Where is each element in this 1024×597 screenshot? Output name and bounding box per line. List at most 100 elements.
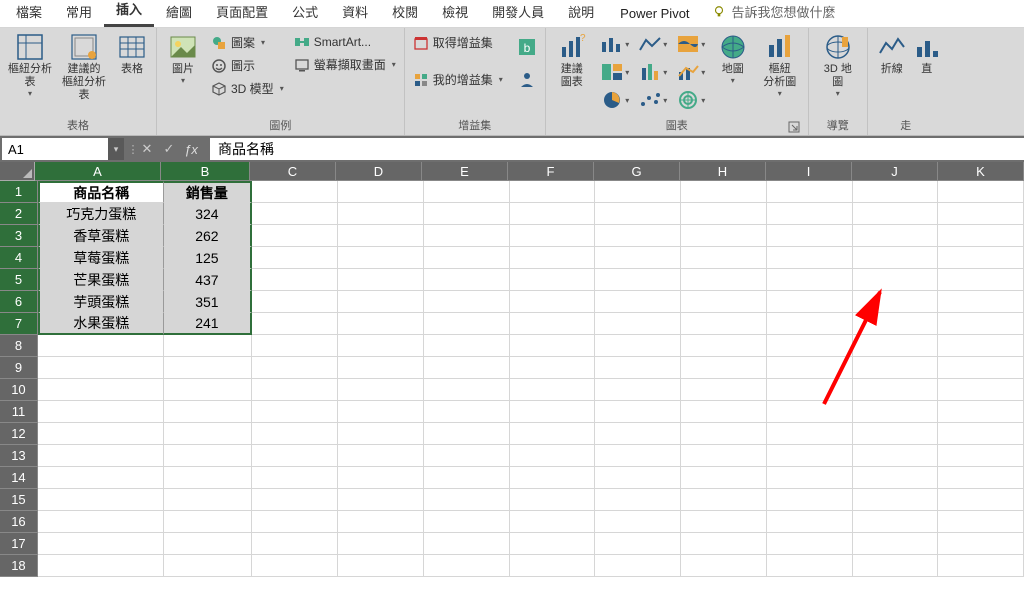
pictures-button[interactable]: 圖片 ▾ xyxy=(163,31,203,85)
cell-A17[interactable] xyxy=(38,533,164,555)
column-header-J[interactable]: J xyxy=(852,162,938,181)
row-header-8[interactable]: 8 xyxy=(0,335,38,357)
row-header-13[interactable]: 13 xyxy=(0,445,38,467)
cell-E13[interactable] xyxy=(424,445,510,467)
cell-K14[interactable] xyxy=(938,467,1024,489)
cell-G8[interactable] xyxy=(595,335,681,357)
cell-H8[interactable] xyxy=(681,335,767,357)
cell-B14[interactable] xyxy=(164,467,253,489)
cell-B18[interactable] xyxy=(164,555,253,577)
cell-E4[interactable] xyxy=(424,247,510,269)
cell-F16[interactable] xyxy=(510,511,596,533)
pivot-chart-button[interactable]: 樞紐 分析圖 ▾ xyxy=(758,31,802,98)
cell-C13[interactable] xyxy=(252,445,338,467)
cell-H13[interactable] xyxy=(681,445,767,467)
cell-E6[interactable] xyxy=(424,291,510,313)
cell-F3[interactable] xyxy=(510,225,596,247)
cell-C1[interactable] xyxy=(252,181,338,203)
cell-D11[interactable] xyxy=(338,401,424,423)
cell-I1[interactable] xyxy=(767,181,853,203)
cell-F5[interactable] xyxy=(510,269,596,291)
cell-C10[interactable] xyxy=(252,379,338,401)
smartart-button[interactable]: SmartArt... xyxy=(292,31,398,53)
row-header-18[interactable]: 18 xyxy=(0,555,38,577)
cell-G7[interactable] xyxy=(595,313,681,335)
select-all-triangle[interactable] xyxy=(0,162,35,181)
cell-C18[interactable] xyxy=(252,555,338,577)
cell-D15[interactable] xyxy=(338,489,424,511)
row-header-4[interactable]: 4 xyxy=(0,247,38,269)
cell-I7[interactable] xyxy=(767,313,853,335)
chart-surface-button[interactable]: ▾ xyxy=(674,87,708,113)
cell-I6[interactable] xyxy=(767,291,853,313)
cell-A16[interactable] xyxy=(38,511,164,533)
cell-B7[interactable]: 241 xyxy=(164,313,253,335)
cell-E10[interactable] xyxy=(424,379,510,401)
cell-K1[interactable] xyxy=(938,181,1024,203)
cell-A6[interactable]: 芋頭蛋糕 xyxy=(38,291,164,313)
cell-A13[interactable] xyxy=(38,445,164,467)
cell-G6[interactable] xyxy=(595,291,681,313)
cell-H16[interactable] xyxy=(681,511,767,533)
cell-I12[interactable] xyxy=(767,423,853,445)
row-header-16[interactable]: 16 xyxy=(0,511,38,533)
table-button[interactable]: 表格 xyxy=(114,31,150,76)
tell-me-search[interactable]: 告訴我您想做什麼 xyxy=(704,0,844,27)
cell-I11[interactable] xyxy=(767,401,853,423)
cell-F18[interactable] xyxy=(510,555,596,577)
cell-I18[interactable] xyxy=(767,555,853,577)
cell-D18[interactable] xyxy=(338,555,424,577)
cell-E18[interactable] xyxy=(424,555,510,577)
cell-B3[interactable]: 262 xyxy=(164,225,253,247)
maps-button[interactable]: 地圖 ▾ xyxy=(714,31,752,85)
cell-I8[interactable] xyxy=(767,335,853,357)
cell-B2[interactable]: 324 xyxy=(164,203,253,225)
cell-J9[interactable] xyxy=(853,357,939,379)
cell-H9[interactable] xyxy=(681,357,767,379)
cell-D7[interactable] xyxy=(338,313,424,335)
column-header-H[interactable]: H xyxy=(680,162,766,181)
cell-H12[interactable] xyxy=(681,423,767,445)
recommended-pivot-button[interactable]: 建議的 樞紐分析表 xyxy=(60,31,108,102)
tab-page-layout[interactable]: 頁面配置 xyxy=(204,0,280,27)
cell-C2[interactable] xyxy=(252,203,338,225)
cell-A18[interactable] xyxy=(38,555,164,577)
tab-home[interactable]: 常用 xyxy=(54,0,104,27)
cell-J17[interactable] xyxy=(853,533,939,555)
cell-E16[interactable] xyxy=(424,511,510,533)
cell-K5[interactable] xyxy=(938,269,1024,291)
cell-C7[interactable] xyxy=(252,313,338,335)
chart-combo-button[interactable]: ▾ xyxy=(674,59,708,85)
cell-I14[interactable] xyxy=(767,467,853,489)
cell-F13[interactable] xyxy=(510,445,596,467)
sparkline-column-button[interactable]: 直 xyxy=(916,31,938,76)
cell-D10[interactable] xyxy=(338,379,424,401)
cell-A11[interactable] xyxy=(38,401,164,423)
cell-D16[interactable] xyxy=(338,511,424,533)
cell-H14[interactable] xyxy=(681,467,767,489)
row-header-3[interactable]: 3 xyxy=(0,225,38,247)
bing-maps-button[interactable]: b xyxy=(515,31,539,63)
row-header-2[interactable]: 2 xyxy=(0,203,38,225)
cell-I5[interactable] xyxy=(767,269,853,291)
cell-K8[interactable] xyxy=(938,335,1024,357)
cell-E15[interactable] xyxy=(424,489,510,511)
shapes-button[interactable]: 圖案▾ xyxy=(209,31,286,54)
cell-E12[interactable] xyxy=(424,423,510,445)
cell-F17[interactable] xyxy=(510,533,596,555)
cell-B4[interactable]: 125 xyxy=(164,247,253,269)
cell-G1[interactable] xyxy=(595,181,681,203)
cell-H1[interactable] xyxy=(681,181,767,203)
cell-H18[interactable] xyxy=(681,555,767,577)
tab-developer[interactable]: 開發人員 xyxy=(480,0,556,27)
cell-D12[interactable] xyxy=(338,423,424,445)
cell-F10[interactable] xyxy=(510,379,596,401)
recommended-charts-button[interactable]: ? 建議 圖表 xyxy=(552,31,592,89)
cell-D9[interactable] xyxy=(338,357,424,379)
cell-B11[interactable] xyxy=(164,401,253,423)
people-graph-button[interactable] xyxy=(515,63,539,95)
cell-K3[interactable] xyxy=(938,225,1024,247)
cell-B13[interactable] xyxy=(164,445,253,467)
cell-G3[interactable] xyxy=(595,225,681,247)
cell-F6[interactable] xyxy=(510,291,596,313)
